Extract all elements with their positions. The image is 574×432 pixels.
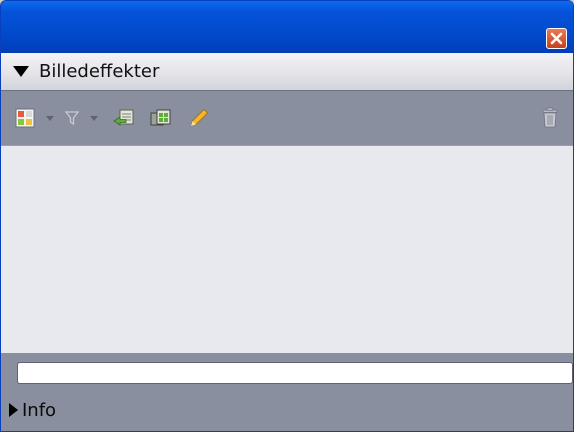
- layers-button[interactable]: [143, 103, 179, 133]
- effect-picker-button[interactable]: [11, 103, 39, 133]
- info-label: Info: [22, 399, 57, 421]
- dropdown-arrow-icon: [90, 116, 98, 121]
- effects-toolbar: [1, 92, 573, 144]
- filter-dropdown[interactable]: [83, 103, 105, 133]
- dropdown-arrow-icon: [46, 116, 54, 121]
- edit-effect-button[interactable]: [179, 103, 219, 133]
- pencil-icon: [190, 108, 209, 127]
- layers-icon: [150, 109, 171, 126]
- trash-icon: [542, 107, 558, 128]
- close-button[interactable]: [546, 28, 567, 49]
- effect-picker-icon: [15, 108, 35, 128]
- section-title: Billedeffekter: [39, 61, 160, 82]
- bottom-panel: Info: [1, 353, 573, 431]
- delete-effect-button[interactable]: [533, 103, 567, 133]
- info-section-header[interactable]: Info: [1, 389, 573, 431]
- filter-icon: [64, 111, 80, 126]
- collapse-triangle-icon: [13, 66, 29, 77]
- close-icon: [550, 32, 563, 45]
- effects-list[interactable]: [1, 145, 573, 353]
- move-back-icon: [113, 109, 134, 126]
- effect-picker-dropdown[interactable]: [39, 103, 61, 133]
- section-header-billedeffekter[interactable]: Billedeffekter: [1, 53, 573, 91]
- expand-triangle-icon: [9, 403, 18, 417]
- effect-name-field[interactable]: [17, 362, 573, 384]
- title-bar[interactable]: [1, 1, 573, 53]
- move-back-button[interactable]: [105, 103, 143, 133]
- effects-panel-window: Billedeffekter Info: [0, 0, 574, 432]
- filter-button[interactable]: [61, 103, 83, 133]
